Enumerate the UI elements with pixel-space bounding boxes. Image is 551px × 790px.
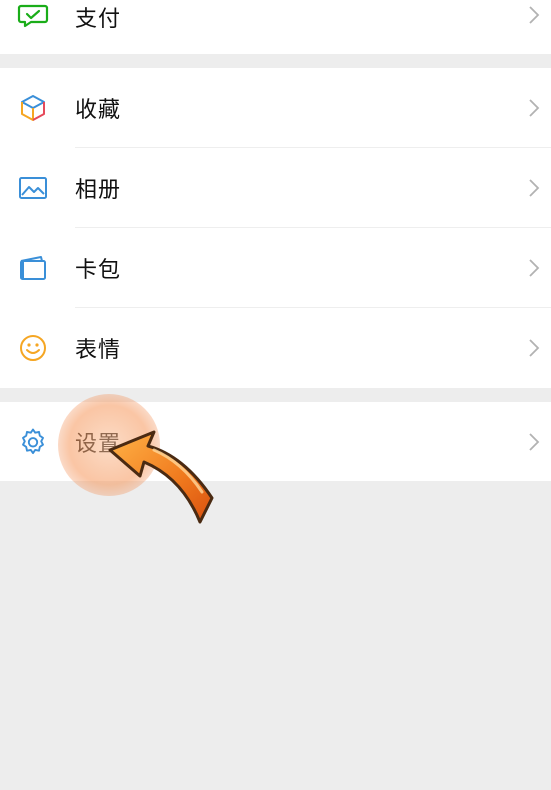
menu-item-stickers[interactable]: 表情	[0, 308, 551, 388]
arrow-pointer-icon	[108, 430, 214, 524]
menu-group-main: 收藏 相册 卡包 表情	[0, 68, 551, 388]
wallet-check-icon	[17, 4, 49, 28]
menu-item-cards[interactable]: 卡包	[0, 228, 551, 308]
menu-item-pay[interactable]: 支付	[0, 0, 551, 54]
menu-group-pay: 支付	[0, 0, 551, 54]
menu-item-label: 相册	[75, 178, 122, 203]
card-wallet-icon	[20, 256, 46, 280]
photo-icon	[19, 177, 47, 199]
menu-item-label: 支付	[75, 7, 122, 32]
chevron-right-icon	[529, 99, 540, 117]
menu-item-album[interactable]: 相册	[0, 148, 551, 228]
smiley-icon	[20, 335, 46, 361]
chevron-right-icon	[529, 259, 540, 277]
chevron-right-icon	[529, 6, 540, 24]
menu-item-label: 表情	[75, 338, 122, 363]
menu-item-label: 收藏	[75, 98, 122, 123]
menu-item-label: 卡包	[75, 258, 122, 283]
gear-icon	[22, 428, 44, 454]
chevron-right-icon	[529, 432, 540, 451]
chevron-right-icon	[529, 339, 540, 357]
cube-icon	[21, 95, 45, 121]
chevron-right-icon	[529, 179, 540, 197]
menu-item-favorites[interactable]: 收藏	[0, 68, 551, 148]
